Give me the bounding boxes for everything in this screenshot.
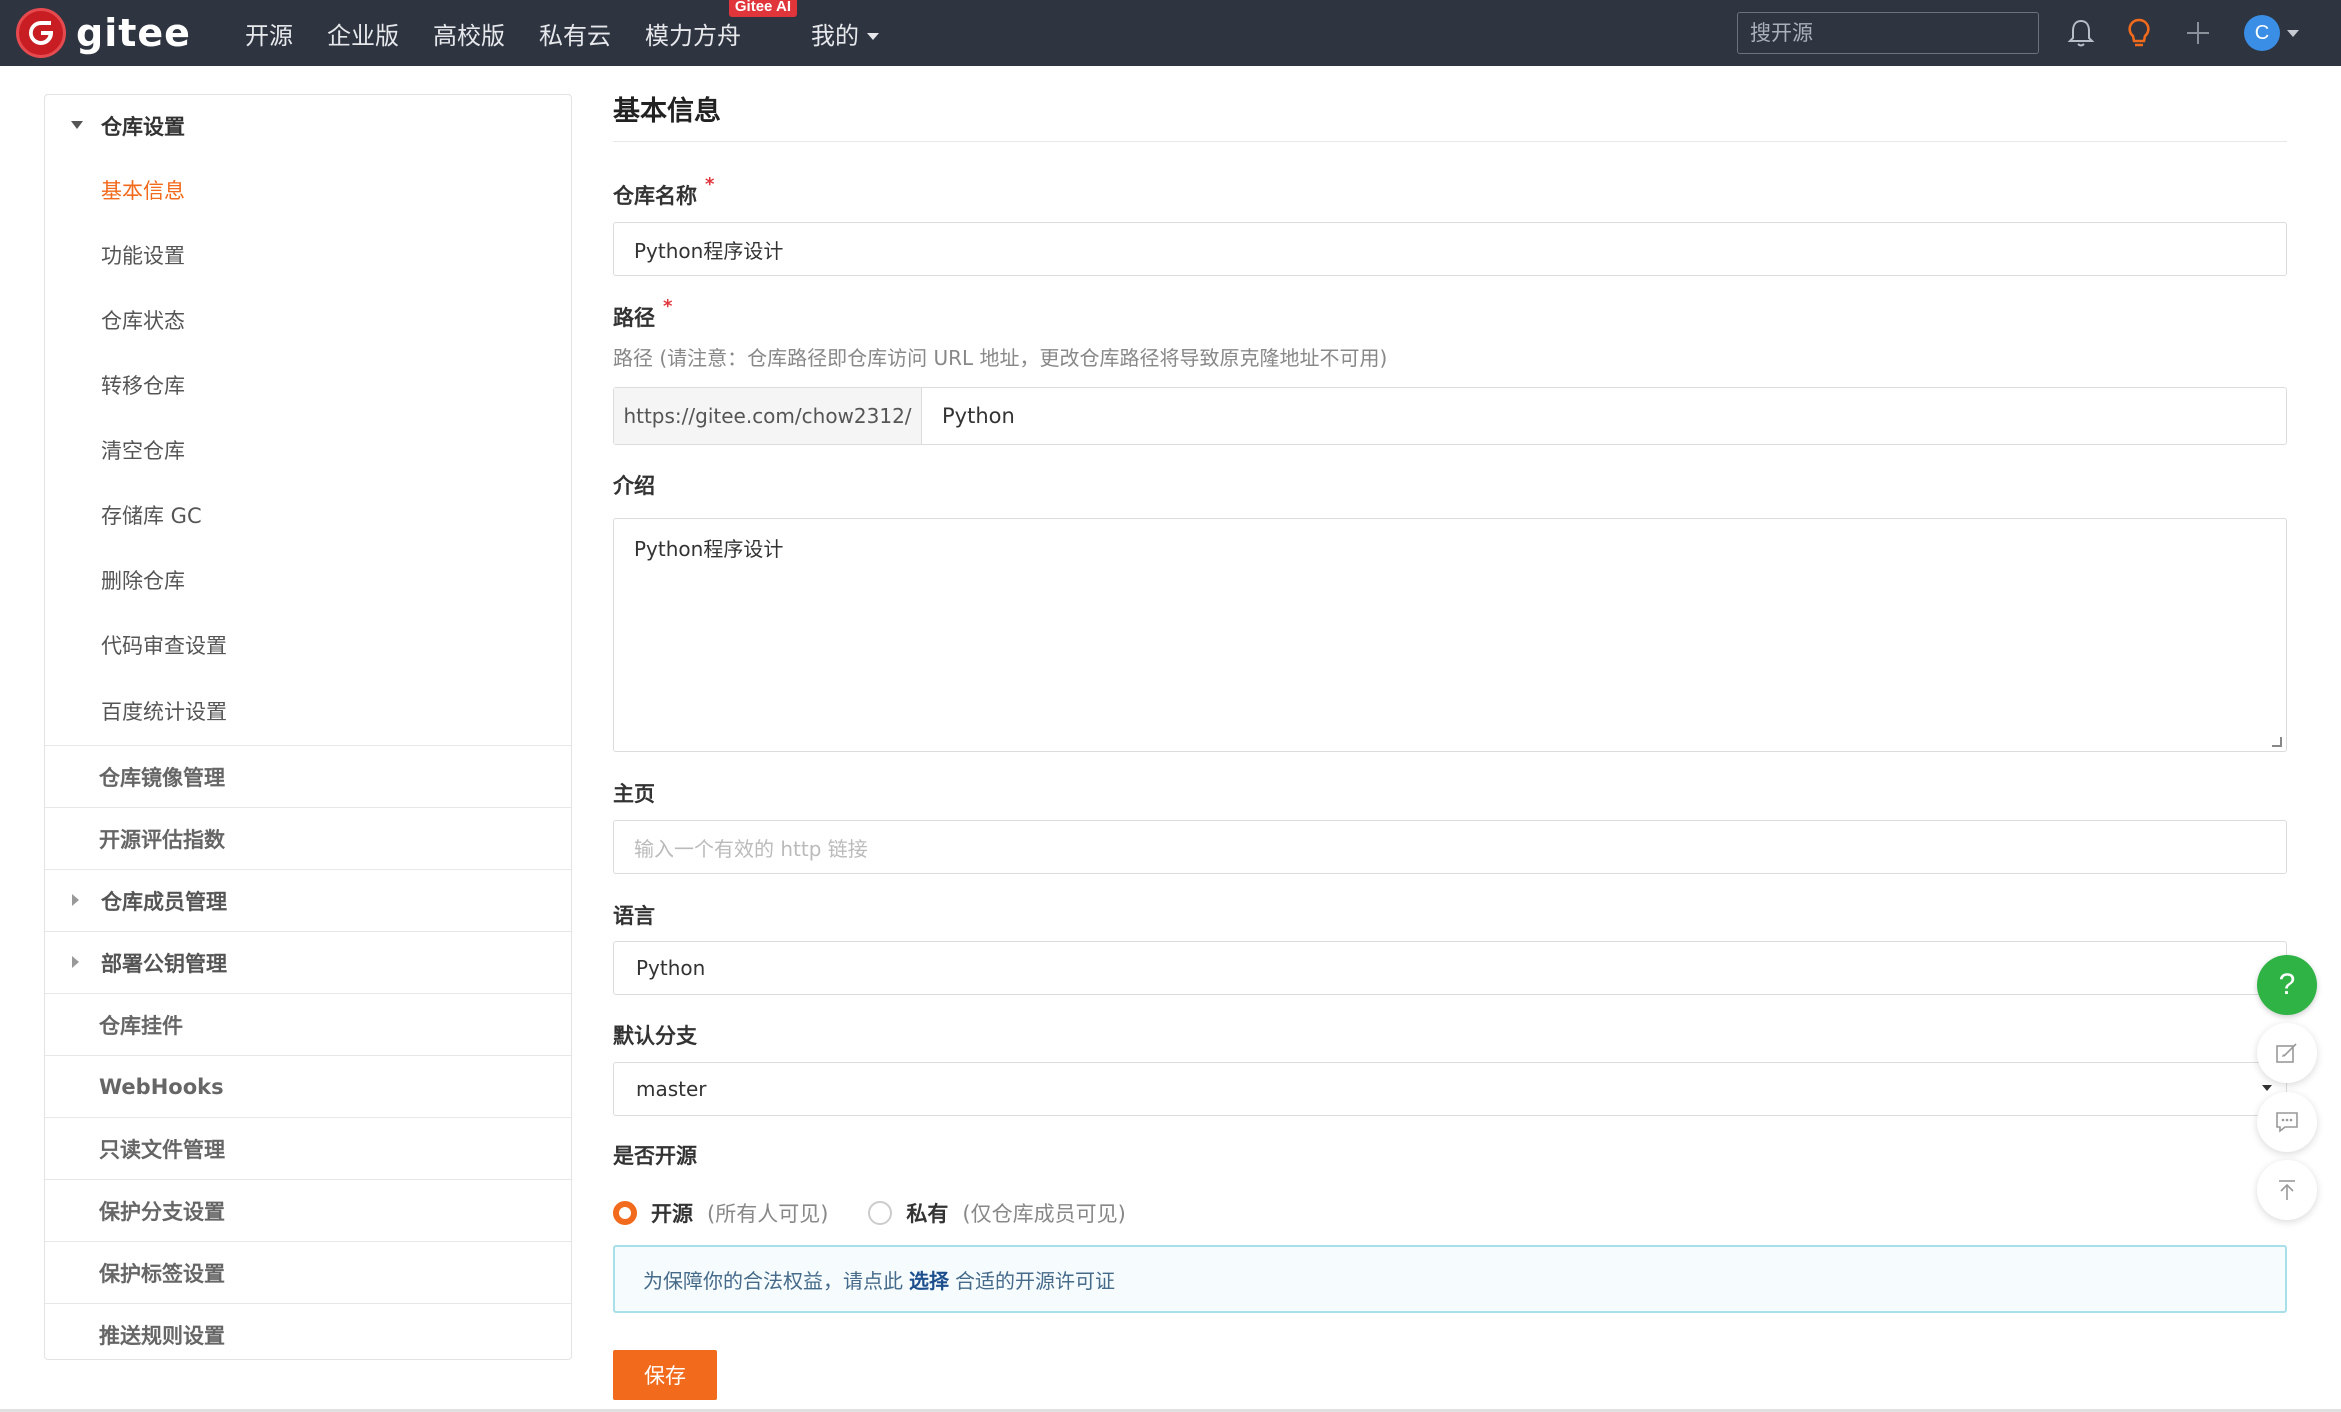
path-input-group: https://gitee.com/chow2312/ Python (613, 387, 2287, 445)
avatar-chevron-down-icon[interactable] (2287, 30, 2299, 37)
sidebar-item-repo-status[interactable]: 仓库状态 (45, 287, 571, 352)
resize-handle-icon[interactable] (2272, 737, 2282, 747)
save-button[interactable]: 保存 (613, 1350, 717, 1400)
language-value: Python (636, 956, 706, 980)
homepage-label: 主页 (613, 782, 655, 806)
open-source-label: 是否开源 (613, 1144, 697, 1168)
radio-public-desc: (所有人可见) (707, 1202, 829, 1226)
sidebar-item-transfer[interactable]: 转移仓库 (45, 352, 571, 417)
intro-label: 介绍 (613, 474, 655, 498)
path-label-text: 路径 (613, 306, 655, 330)
feedback-edit-button[interactable] (2257, 1023, 2317, 1083)
arrow-up-icon (2279, 1180, 2295, 1200)
homepage-placeholder: 输入一个有效的 http 链接 (634, 836, 868, 861)
edit-icon (2276, 1043, 2297, 1063)
repo-name-input[interactable]: Python程序设计 (613, 222, 2287, 276)
search-input[interactable] (1737, 12, 2039, 54)
bell-icon[interactable] (2062, 14, 2100, 52)
gitee-logo[interactable]: gitee (16, 8, 191, 58)
radio-public-label[interactable]: 开源 (651, 1198, 693, 1228)
required-mark: * (705, 174, 715, 195)
branch-label: 默认分支 (613, 1024, 697, 1048)
sidebar-group-label: 仓库设置 (101, 115, 185, 139)
sidebar-item-baidu-stats[interactable]: 百度统计设置 (45, 677, 571, 745)
homepage-input[interactable]: 输入一个有效的 http 链接 (613, 820, 2287, 874)
sidebar-item-evaluation[interactable]: 开源评估指数 (45, 807, 571, 869)
branch-value: master (636, 1077, 707, 1101)
sidebar-group-repo-settings[interactable]: 仓库设置 (45, 95, 571, 157)
gitee-ai-badge: Gitee AI (728, 0, 797, 17)
radio-private[interactable] (868, 1201, 893, 1225)
sidebar-item-basic-info[interactable]: 基本信息 (45, 157, 571, 222)
intro-text: Python程序设计 (634, 537, 784, 561)
sidebar-item-readonly-files[interactable]: 只读文件管理 (45, 1117, 571, 1179)
path-label: 路径 * (613, 296, 672, 332)
nav-mine[interactable]: 我的 (811, 16, 879, 51)
visibility-radio-group: 开源 (所有人可见) 私有 (仅仓库成员可见) (613, 1193, 1166, 1233)
back-to-top-button[interactable] (2257, 1160, 2317, 1220)
repo-name-label-text: 仓库名称 (613, 184, 697, 208)
chevron-down-icon (867, 33, 879, 40)
nav-open-source[interactable]: 开源 (245, 16, 293, 51)
sidebar-item-gc[interactable]: 存储库 GC (45, 482, 571, 547)
required-mark: * (663, 296, 673, 317)
user-avatar[interactable]: C (2244, 15, 2280, 51)
chat-button[interactable] (2257, 1092, 2317, 1152)
triangle-down-icon (71, 121, 83, 129)
sidebar-item-push-rules[interactable]: 推送规则设置 (45, 1303, 571, 1365)
gitee-logo-icon (16, 8, 66, 58)
branch-select[interactable]: master (613, 1062, 2287, 1116)
notice-text-before: 为保障你的合法权益，请点此 (643, 1268, 903, 1293)
radio-public[interactable] (613, 1201, 637, 1225)
brand-name: gitee (76, 11, 191, 55)
sidebar-item-webhooks[interactable]: WebHooks (45, 1055, 571, 1117)
main-nav: 开源 企业版 高校版 私有云 模力方舟 Gitee AI 我的 (245, 0, 913, 66)
sidebar-item-protected-branches[interactable]: 保护分支设置 (45, 1179, 571, 1241)
triangle-right-icon (72, 894, 79, 906)
sidebar-item-deploy-keys-label: 部署公钥管理 (101, 951, 227, 976)
sidebar-item-widgets[interactable]: 仓库挂件 (45, 993, 571, 1055)
sidebar-item-mirror[interactable]: 仓库镜像管理 (45, 745, 571, 807)
choose-license-link[interactable]: 选择 (909, 1265, 949, 1294)
nav-education[interactable]: 高校版 (433, 16, 505, 51)
basic-info-form: 基本信息 仓库名称 * Python程序设计 路径 * 路径 (请注意：仓库路径即仓… (613, 90, 2287, 1400)
path-prefix: https://gitee.com/chow2312/ (614, 388, 922, 444)
nav-mine-label: 我的 (811, 21, 859, 50)
language-select[interactable]: Python (613, 941, 2287, 995)
top-navbar: gitee 开源 企业版 高校版 私有云 模力方舟 Gitee AI 我的 C (0, 0, 2341, 66)
notice-text-after: 合适的开源许可证 (955, 1268, 1115, 1293)
nav-private-cloud[interactable]: 私有云 (539, 16, 611, 51)
radio-private-label[interactable]: 私有 (906, 1198, 948, 1228)
settings-sidebar: 仓库设置 基本信息 功能设置 仓库状态 转移仓库 清空仓库 存储库 GC 删除仓… (44, 94, 572, 1360)
sidebar-item-members-label: 仓库成员管理 (101, 889, 227, 914)
plus-icon[interactable] (2179, 14, 2217, 52)
path-hint: 路径 (请注意：仓库路径即仓库访问 URL 地址，更改仓库路径将导致原克隆地址不… (613, 346, 1388, 370)
nav-enterprise[interactable]: 企业版 (327, 16, 399, 51)
sidebar-item-code-review[interactable]: 代码审查设置 (45, 612, 571, 677)
language-label: 语言 (613, 904, 655, 928)
page-title: 基本信息 (613, 90, 2287, 142)
intro-textarea[interactable]: Python程序设计 (613, 518, 2287, 752)
sidebar-item-features[interactable]: 功能设置 (45, 222, 571, 287)
sidebar-item-delete[interactable]: 删除仓库 (45, 547, 571, 612)
sidebar-item-deploy-keys[interactable]: 部署公钥管理 (45, 931, 571, 993)
sidebar-item-members[interactable]: 仓库成员管理 (45, 869, 571, 931)
chat-icon (2276, 1112, 2298, 1133)
help-button[interactable]: ? (2257, 955, 2317, 1015)
sidebar-item-clear[interactable]: 清空仓库 (45, 417, 571, 482)
lightbulb-icon[interactable] (2120, 14, 2158, 52)
chevron-down-icon (2262, 1085, 2272, 1091)
license-notice: 为保障你的合法权益，请点此 选择 合适的开源许可证 (613, 1245, 2287, 1313)
sidebar-item-protected-tags[interactable]: 保护标签设置 (45, 1241, 571, 1303)
nav-moli[interactable]: 模力方舟 Gitee AI (645, 0, 797, 51)
path-input[interactable]: Python (922, 388, 2286, 444)
radio-private-desc: (仅仓库成员可见) (962, 1202, 1126, 1226)
nav-moli-label: 模力方舟 (645, 21, 741, 50)
repo-name-label: 仓库名称 * (613, 174, 714, 210)
triangle-right-icon (72, 956, 79, 968)
